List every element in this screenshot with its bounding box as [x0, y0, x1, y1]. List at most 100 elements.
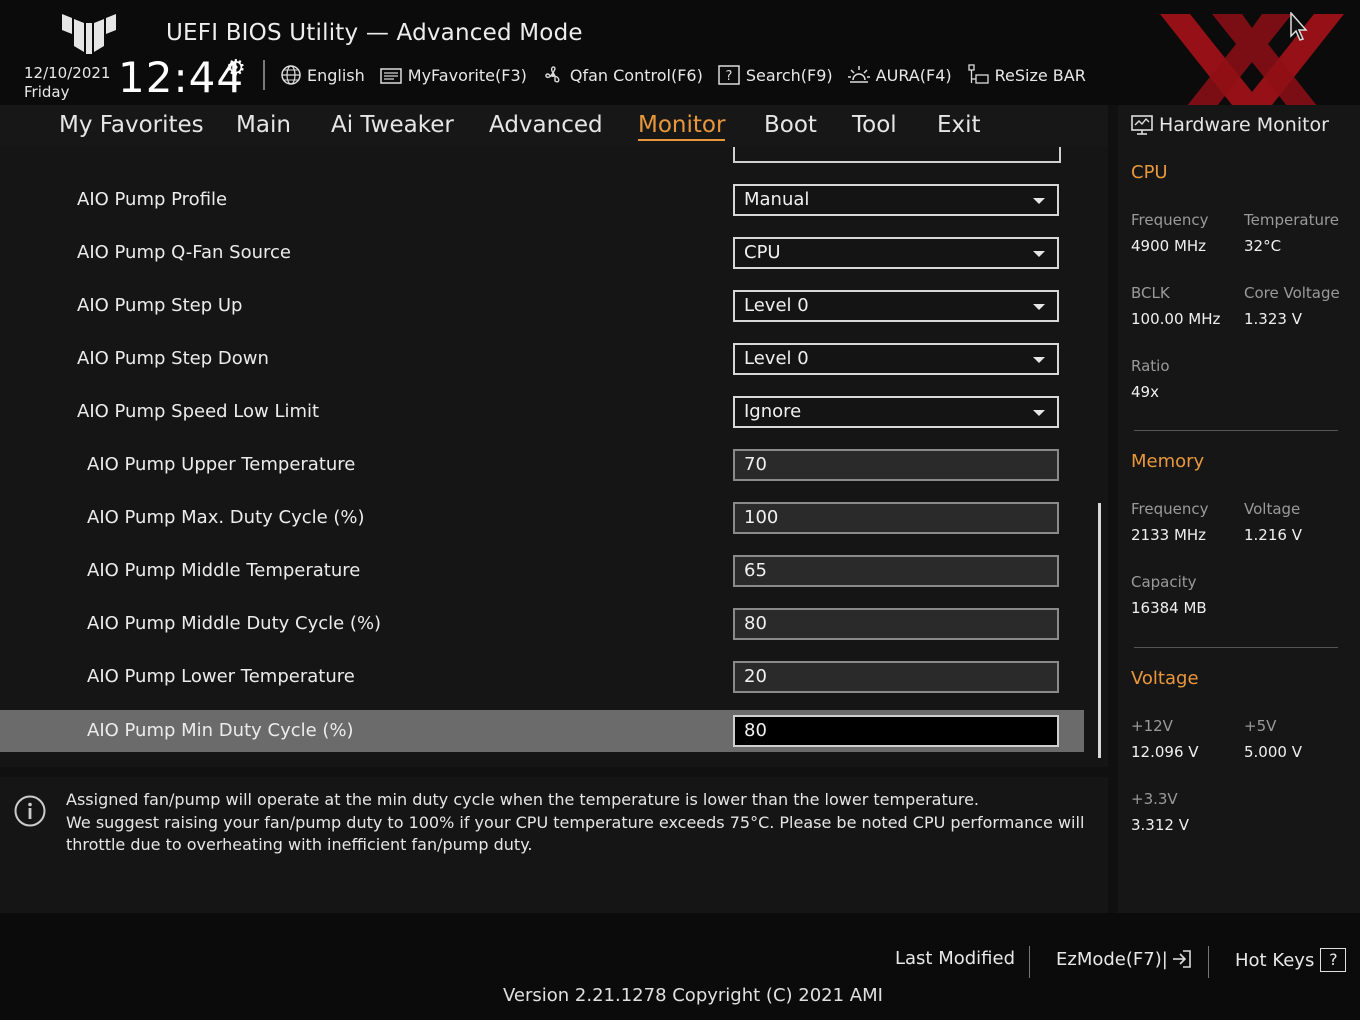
setting-label: AIO Pump Q-Fan Source — [77, 242, 291, 263]
partial-field-above — [733, 147, 1061, 163]
aio-pump-lower-temperature-input[interactable]: 20 — [733, 661, 1059, 693]
resize-bar-icon — [967, 64, 989, 84]
dropdown-arrow-icon — [1033, 251, 1045, 257]
search-label: Search(F9) — [745, 65, 833, 85]
setting-row-aio-pump-speed-low-limit[interactable]: AIO Pump Speed Low Limit Ignore — [0, 391, 1084, 433]
setting-row-aio-pump-min-duty-cycle[interactable]: AIO Pump Min Duty Cycle (%) 80 — [0, 710, 1084, 752]
aio-pump-step-up-dropdown[interactable]: Level 0 — [733, 290, 1059, 322]
v5-label: +5V — [1244, 717, 1277, 735]
info-icon — [14, 795, 46, 827]
v12-label: +12V — [1131, 717, 1173, 735]
ratio-label: Ratio — [1131, 357, 1170, 375]
aio-pump-speed-low-limit-dropdown[interactable]: Ignore — [733, 396, 1059, 428]
globe-icon — [281, 65, 301, 85]
help-line: We suggest raising your fan/pump duty to… — [66, 812, 1085, 832]
memory-voltage-label: Voltage — [1244, 500, 1301, 518]
aio-pump-qfan-source-dropdown[interactable]: CPU — [733, 237, 1059, 269]
setting-row-aio-pump-middle-duty-cycle[interactable]: AIO Pump Middle Duty Cycle (%) 80 — [0, 603, 1084, 645]
myfavorite-button[interactable]: MyFavorite(F3) — [379, 65, 527, 85]
tab-exit[interactable]: Exit — [937, 112, 981, 138]
aio-pump-middle-duty-cycle-input[interactable]: 80 — [733, 608, 1059, 640]
aio-pump-middle-temperature-input[interactable]: 65 — [733, 555, 1059, 587]
tab-advanced[interactable]: Advanced — [489, 112, 603, 138]
setting-label: AIO Pump Upper Temperature — [87, 454, 356, 475]
tab-boot[interactable]: Boot — [764, 112, 817, 138]
hot-keys-label: Hot Keys — [1235, 949, 1315, 971]
help-info-panel: Assigned fan/pump will operate at the mi… — [0, 777, 1108, 913]
ratio-value: 49x — [1131, 383, 1159, 401]
help-line: Assigned fan/pump will operate at the mi… — [66, 790, 980, 809]
tab-tool[interactable]: Tool — [852, 112, 897, 138]
settings-scrollbar[interactable] — [1098, 503, 1101, 758]
dropdown-value: CPU — [744, 242, 781, 263]
app-title: UEFI BIOS Utility — Advanced Mode — [166, 20, 583, 46]
aio-pump-min-duty-cycle-input[interactable]: 80 — [733, 715, 1059, 747]
qfan-control-label: Qfan Control(F6) — [569, 65, 703, 85]
resize-bar-button[interactable]: ReSize BAR — [966, 63, 1086, 87]
setting-row-aio-pump-step-up[interactable]: AIO Pump Step Up Level 0 — [0, 285, 1084, 327]
setting-label: AIO Pump Lower Temperature — [87, 666, 355, 687]
gear-icon[interactable]: ⚙ — [226, 56, 246, 81]
input-value: 70 — [744, 454, 767, 475]
hot-keys-button[interactable]: Hot Keys ? — [1235, 948, 1347, 972]
exit-arrow-icon — [1172, 950, 1191, 968]
last-modified-button[interactable]: Last Modified — [895, 948, 1015, 969]
cpu-frequency-label: Frequency — [1131, 211, 1209, 229]
dropdown-value: Level 0 — [744, 348, 809, 369]
footer-bar: Last Modified EzMode(F7)| Hot Keys ? Ver… — [0, 913, 1360, 1020]
section-divider — [1134, 430, 1338, 431]
setting-row-aio-pump-max-duty-cycle[interactable]: AIO Pump Max. Duty Cycle (%) 100 — [0, 497, 1084, 539]
memory-frequency-label: Frequency — [1131, 500, 1209, 518]
ezmode-button[interactable]: EzMode(F7)| — [1056, 948, 1193, 970]
language-label: English — [307, 65, 365, 85]
question-icon: ? — [1320, 948, 1347, 972]
aio-pump-profile-dropdown[interactable]: Manual — [733, 184, 1059, 216]
help-line: throttle due to overheating with ineffic… — [66, 835, 533, 854]
cpu-frequency-value: 4900 MHz — [1131, 237, 1207, 255]
last-modified-label: Last Modified — [895, 948, 1016, 969]
core-voltage-value: 1.323 V — [1244, 310, 1302, 328]
memory-voltage-value: 1.216 V — [1244, 526, 1302, 544]
cpu-temperature-value: 32°C — [1244, 237, 1282, 255]
ezmode-label: EzMode(F7)| — [1056, 948, 1168, 970]
tab-monitor[interactable]: Monitor — [638, 112, 726, 141]
setting-row-aio-pump-upper-temperature[interactable]: AIO Pump Upper Temperature 70 — [0, 444, 1084, 486]
qfan-control-button[interactable]: Qfan Control(F6) — [541, 63, 703, 87]
aura-button[interactable]: AURA(F4) — [847, 64, 952, 86]
tab-ai-tweaker[interactable]: Ai Tweaker — [331, 112, 454, 138]
v33-label: +3.3V — [1131, 790, 1178, 808]
resize-bar-label: ReSize BAR — [994, 65, 1086, 85]
dropdown-value: Ignore — [744, 401, 802, 422]
aio-pump-step-down-dropdown[interactable]: Level 0 — [733, 343, 1059, 375]
dropdown-value: Manual — [744, 189, 810, 210]
setting-row-aio-pump-step-down[interactable]: AIO Pump Step Down Level 0 — [0, 338, 1084, 380]
date-text: 12/10/2021 — [24, 64, 111, 82]
tab-main[interactable]: Main — [236, 112, 291, 138]
setting-row-aio-pump-qfan-source[interactable]: AIO Pump Q-Fan Source CPU — [0, 232, 1084, 274]
dropdown-value: Level 0 — [744, 295, 809, 316]
search-button[interactable]: ? Search(F9) — [717, 64, 833, 86]
search-help-icon: ? — [718, 65, 740, 85]
language-button[interactable]: English — [280, 64, 365, 86]
setting-label: AIO Pump Step Up — [77, 295, 243, 316]
setting-row-aio-pump-profile[interactable]: AIO Pump Profile Manual — [0, 179, 1084, 221]
aio-pump-max-duty-cycle-input[interactable]: 100 — [733, 502, 1059, 534]
setting-row-aio-pump-middle-temperature[interactable]: AIO Pump Middle Temperature 65 — [0, 550, 1084, 592]
tab-my-favorites[interactable]: My Favorites — [59, 112, 204, 138]
footer-divider — [1029, 946, 1030, 978]
svg-text:?: ? — [725, 69, 732, 84]
aio-pump-upper-temperature-input[interactable]: 70 — [733, 449, 1059, 481]
dropdown-arrow-icon — [1033, 198, 1045, 204]
aura-icon — [847, 66, 870, 83]
setting-label: AIO Pump Middle Temperature — [87, 560, 361, 581]
setting-label: AIO Pump Middle Duty Cycle (%) — [87, 613, 382, 634]
setting-label: AIO Pump Max. Duty Cycle (%) — [87, 507, 365, 528]
setting-row-aio-pump-lower-temperature[interactable]: AIO Pump Lower Temperature 20 — [0, 656, 1084, 698]
v5-value: 5.000 V — [1244, 743, 1302, 761]
memory-heading: Memory — [1131, 451, 1205, 472]
section-divider — [1134, 647, 1338, 648]
cpu-temperature-label: Temperature — [1244, 211, 1340, 229]
main-menu-bar: My Favorites Main Ai Tweaker Advanced Mo… — [0, 105, 1108, 147]
v33-value: 3.312 V — [1131, 816, 1189, 834]
header-divider — [263, 60, 265, 90]
